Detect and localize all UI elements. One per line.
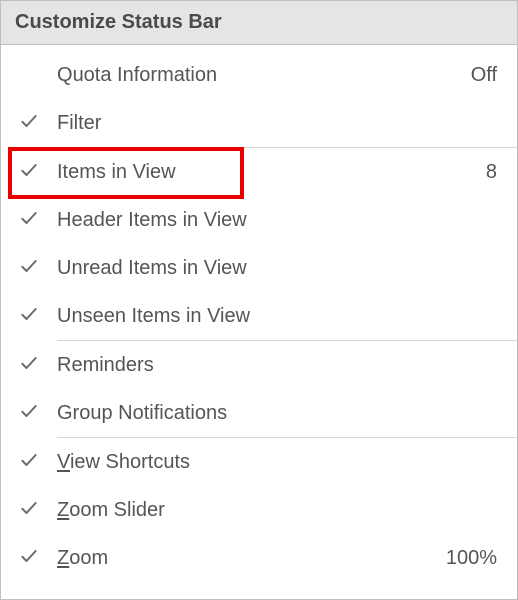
check-icon [19,401,39,426]
menu-item-label: Zoom Slider [57,499,497,522]
menu-item-label: View Shortcuts [57,451,497,474]
menu-item-label: Filter [57,112,497,135]
menu-item-label: Group Notifications [57,402,497,425]
check-icon [1,256,57,281]
menu-item-unseen-items[interactable]: Unseen Items in View [1,292,517,340]
check-icon [19,160,39,185]
check-icon [19,546,39,571]
menu-list: Quota InformationOff Filter Items in View8… [1,45,517,588]
menu-item-label: Unread Items in View [57,257,497,280]
check-icon [19,450,39,475]
menu-item-label: Reminders [57,354,497,377]
menu-item-view-shortcuts[interactable]: View Shortcuts [1,438,517,486]
menu-item-value: 100% [446,547,517,570]
menu-item-value: Off [471,64,517,87]
check-icon [19,208,39,233]
menu-item-unread-items[interactable]: Unread Items in View [1,244,517,292]
accelerator-underline: Z [57,499,69,521]
menu-item-filter[interactable]: Filter [1,99,517,147]
separator [1,437,517,438]
check-icon [19,304,39,329]
menu-item-value: 8 [486,161,517,184]
check-icon [19,256,39,281]
check-icon [19,498,39,523]
menu-item-zoom-slider[interactable]: Zoom Slider [1,486,517,534]
check-icon [1,208,57,233]
panel-header: Customize Status Bar [1,1,517,45]
check-icon [1,498,57,523]
check-icon [19,111,39,136]
menu-item-zoom[interactable]: Zoom100% [1,534,517,582]
customize-status-bar-panel: Customize Status Bar Quota InformationOf… [0,0,518,600]
accelerator-underline: Z [57,547,69,569]
check-icon [1,450,57,475]
menu-item-label: Zoom [57,547,446,570]
check-icon [1,304,57,329]
separator [1,147,517,148]
check-icon [1,401,57,426]
menu-item-label: Items in View [57,161,486,184]
panel-title: Customize Status Bar [15,11,222,33]
check-icon [19,353,39,378]
check-icon [1,546,57,571]
check-icon [1,353,57,378]
check-icon [1,160,57,185]
menu-item-label: Header Items in View [57,209,497,232]
menu-item-reminders[interactable]: Reminders [1,341,517,389]
separator [1,340,517,341]
check-icon [1,111,57,136]
menu-item-items-in-view[interactable]: Items in View8 [1,148,517,196]
menu-item-label: Unseen Items in View [57,305,497,328]
accelerator-underline: V [57,451,70,473]
menu-item-label: Quota Information [57,64,471,87]
menu-item-quota-information[interactable]: Quota InformationOff [1,51,517,99]
menu-item-group-notifications[interactable]: Group Notifications [1,389,517,437]
menu-item-header-items[interactable]: Header Items in View [1,196,517,244]
